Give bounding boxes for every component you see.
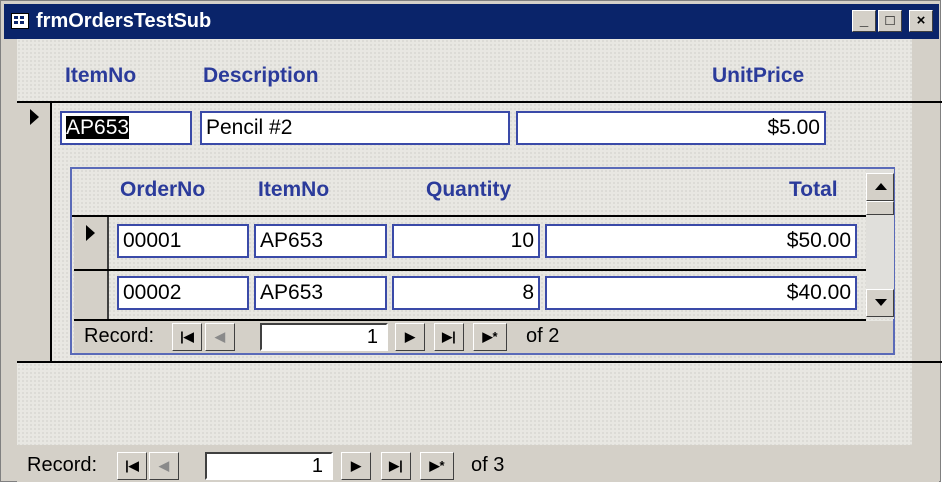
sub-new-record-button[interactable]: ▶* — [473, 323, 507, 351]
sub-orderno-field[interactable]: 00002 — [117, 276, 249, 310]
sub-record-label: Record: — [84, 325, 155, 347]
sub-record-number-input[interactable]: 1 — [260, 323, 388, 351]
main-record-navigation: Record: |◀ ◀ 1 ▶ ▶| ▶* of 3 — [17, 450, 939, 482]
main-previous-record-button[interactable]: ◀ — [149, 452, 179, 480]
sub-quantity-field[interactable]: 10 — [392, 224, 540, 258]
form-icon[interactable] — [11, 13, 29, 29]
maximize-button[interactable]: □ — [878, 10, 902, 32]
main-first-record-button[interactable]: |◀ — [117, 452, 147, 480]
sub-header-orderno: OrderNo — [120, 178, 206, 201]
sub-next-record-button[interactable]: ▶ — [395, 323, 425, 351]
sub-previous-record-button[interactable]: ◀ — [205, 323, 235, 351]
sub-last-record-button[interactable]: ▶| — [434, 323, 464, 351]
sub-quantity-field[interactable]: 8 — [392, 276, 540, 310]
itemno-field[interactable]: AP653 — [60, 111, 192, 145]
scroll-thumb[interactable] — [866, 201, 894, 215]
header-unitprice: UnitPrice — [712, 64, 805, 87]
orders-subform: OrderNo ItemNo Quantity Total 00001 AP65… — [70, 167, 895, 355]
current-record-arrow-icon — [30, 109, 39, 125]
access-form-window: frmOrdersTestSub _ □ × ItemNo Descriptio… — [0, 0, 942, 482]
sub-current-record-arrow-icon — [86, 225, 95, 241]
sub-header-total: Total — [789, 178, 838, 201]
description-field[interactable]: Pencil #2 — [200, 111, 510, 145]
scroll-down-icon — [875, 299, 887, 306]
sub-orderno-field[interactable]: 00001 — [117, 224, 249, 258]
sub-header-itemno: ItemNo — [258, 178, 330, 201]
sub-header-divider — [72, 215, 866, 217]
sub-vertical-scrollbar[interactable] — [866, 169, 894, 319]
main-record-label: Record: — [27, 454, 98, 476]
minimize-button[interactable]: _ — [852, 10, 876, 32]
main-new-record-button[interactable]: ▶* — [420, 452, 454, 480]
unitprice-field[interactable]: $5.00 — [516, 111, 826, 145]
scroll-up-icon — [875, 183, 887, 190]
header-divider — [17, 101, 942, 103]
main-record-count: of 3 — [471, 454, 505, 476]
sub-record-navigation: Record: |◀ ◀ 1 ▶ ▶| ▶* of 2 — [74, 321, 893, 353]
sub-first-record-button[interactable]: |◀ — [172, 323, 202, 351]
record-selector[interactable] — [17, 103, 52, 361]
main-next-record-button[interactable]: ▶ — [341, 452, 371, 480]
sub-record-count: of 2 — [526, 325, 560, 347]
main-last-record-button[interactable]: ▶| — [381, 452, 411, 480]
title-bar[interactable]: frmOrdersTestSub _ □ × — [4, 4, 939, 39]
sub-itemno-field[interactable]: AP653 — [254, 276, 387, 310]
main-record-number-input[interactable]: 1 — [205, 452, 333, 480]
detail-divider — [17, 361, 942, 363]
scroll-up-button[interactable] — [866, 173, 894, 201]
sub-total-field[interactable]: $40.00 — [545, 276, 857, 310]
sub-row-divider — [74, 269, 866, 271]
window-title: frmOrdersTestSub — [36, 10, 212, 32]
header-itemno: ItemNo — [65, 64, 137, 87]
sub-record-selector[interactable] — [74, 217, 109, 319]
sub-total-field[interactable]: $50.00 — [545, 224, 857, 258]
close-button[interactable]: × — [909, 10, 933, 32]
header-description: Description — [203, 64, 319, 87]
scroll-down-button[interactable] — [866, 289, 894, 317]
sub-itemno-field[interactable]: AP653 — [254, 224, 387, 258]
sub-header-quantity: Quantity — [426, 178, 512, 201]
